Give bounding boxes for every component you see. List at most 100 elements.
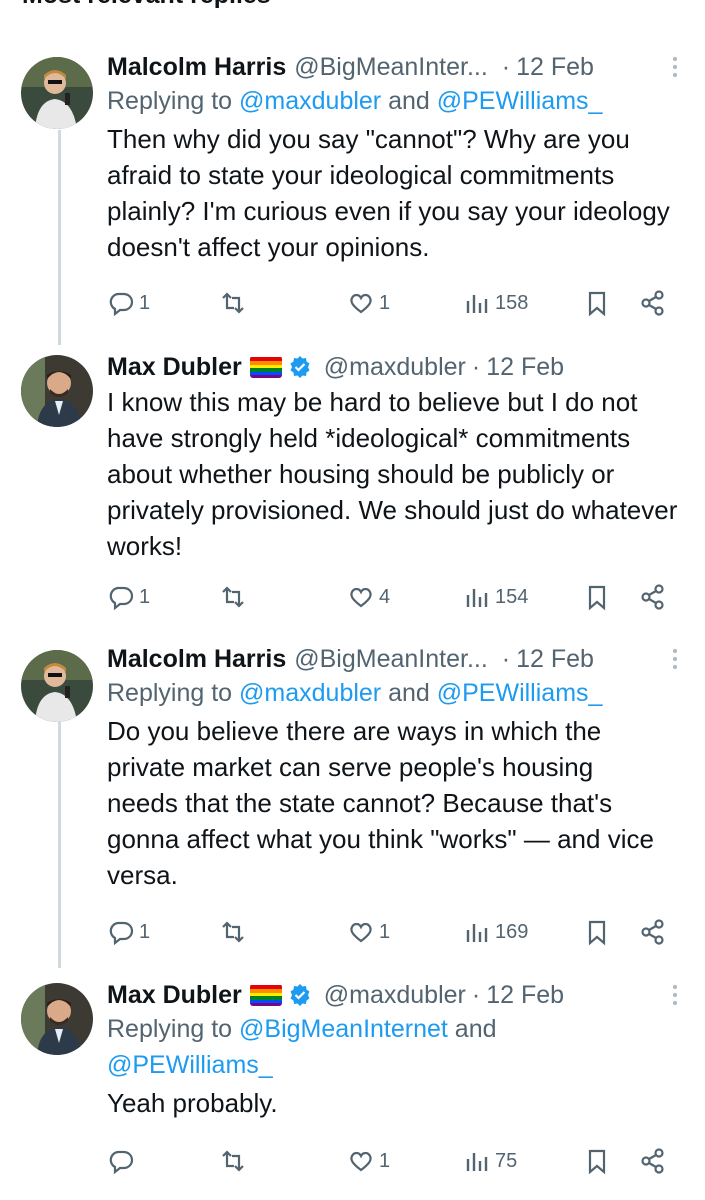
like-icon — [350, 1151, 372, 1172]
timestamp[interactable]: 12 Feb — [516, 52, 594, 82]
views-button[interactable]: 169 — [463, 918, 528, 946]
tweet-text: I know this may be hard to believe but I… — [107, 387, 678, 561]
like-count: 1 — [379, 920, 391, 943]
repost-icon — [222, 1150, 244, 1172]
separator-dot: · — [471, 981, 481, 1009]
tweet-text: Yeah probably. — [107, 1088, 278, 1118]
replying-to: Replying to @maxdubler and @PEWilliams_ — [107, 675, 685, 711]
more-icon[interactable] — [665, 980, 685, 1010]
mention-link[interactable]: @maxdubler — [239, 679, 381, 707]
chevron-down-icon — [281, 0, 295, 2]
bookmark-button[interactable] — [583, 918, 611, 946]
like-count: 1 — [379, 1149, 391, 1172]
more-icon[interactable] — [665, 52, 685, 82]
share-icon — [641, 1148, 664, 1174]
reply-icon — [109, 921, 134, 946]
views-button[interactable]: 158 — [463, 289, 528, 317]
mention-link[interactable]: @maxdubler — [239, 87, 381, 115]
tweet[interactable]: Max Dubler @maxdubler · 12 Feb I know th… — [0, 352, 705, 632]
repost-button[interactable] — [219, 289, 251, 317]
views-count: 158 — [495, 291, 529, 314]
author-name[interactable]: Malcolm Harris — [107, 52, 286, 82]
author-handle[interactable]: @maxdubler — [324, 352, 466, 382]
separator-dot: · — [501, 645, 511, 673]
replying-to-label: Replying to — [107, 679, 240, 707]
replying-to: Replying to @BigMeanInternet and @PEWill… — [107, 1011, 567, 1083]
mention-link[interactable]: @PEWilliams_ — [437, 679, 603, 707]
replying-to-label: Replying to — [107, 1015, 240, 1043]
author-handle[interactable]: @BigMeanInter... — [294, 52, 488, 82]
author-name[interactable]: Malcolm Harris — [107, 644, 286, 674]
views-button[interactable]: 75 — [463, 1147, 517, 1175]
views-button[interactable]: 154 — [463, 583, 528, 611]
like-button[interactable]: 1 — [347, 918, 390, 946]
views-icon — [466, 589, 488, 607]
more-icon[interactable] — [665, 644, 685, 674]
bookmark-icon — [588, 585, 606, 611]
share-button[interactable] — [639, 918, 667, 946]
views-icon — [466, 295, 488, 313]
mention-link[interactable]: @BigMeanInternet — [239, 1015, 448, 1043]
bookmark-button[interactable] — [583, 1147, 611, 1175]
rainbow-flag-icon — [249, 984, 282, 1006]
share-button[interactable] — [639, 289, 667, 317]
replying-to-and: and — [381, 87, 437, 115]
like-button[interactable]: 1 — [347, 1147, 390, 1175]
author-name[interactable]: Max Dubler — [107, 352, 242, 382]
replying-to: Replying to @maxdubler and @PEWilliams_ — [107, 83, 685, 119]
share-icon — [641, 290, 664, 316]
bookmark-icon — [588, 920, 606, 946]
verified-badge-icon — [290, 984, 310, 1006]
mention-link[interactable]: @PEWilliams_ — [107, 1051, 273, 1079]
repost-icon — [222, 921, 244, 943]
bookmark-button[interactable] — [583, 583, 611, 611]
author-handle[interactable]: @BigMeanInter... — [294, 644, 488, 674]
reply-count: 1 — [139, 920, 151, 943]
share-icon — [641, 584, 664, 610]
tweet-text: Do you believe there are ways in which t… — [107, 716, 654, 890]
like-count: 1 — [379, 291, 391, 314]
views-count: 154 — [495, 585, 529, 608]
reply-icon — [109, 586, 134, 611]
reply-icon — [109, 292, 134, 317]
repost-button[interactable] — [219, 918, 251, 946]
like-icon — [350, 587, 372, 608]
repost-button[interactable] — [219, 1147, 251, 1175]
author-name[interactable]: Max Dubler — [107, 980, 242, 1010]
avatar[interactable] — [21, 57, 93, 129]
reply-button[interactable]: 1 — [107, 583, 150, 611]
verified-badge-icon — [290, 356, 310, 378]
timestamp[interactable]: 12 Feb — [486, 980, 564, 1010]
mention-link[interactable]: @PEWilliams_ — [437, 87, 603, 115]
repost-button[interactable] — [219, 583, 251, 611]
avatar[interactable] — [21, 983, 93, 1055]
author-handle[interactable]: @maxdubler — [324, 980, 466, 1010]
views-icon — [466, 924, 488, 942]
share-button[interactable] — [639, 1147, 667, 1175]
reply-button[interactable] — [107, 1147, 139, 1175]
like-button[interactable]: 4 — [347, 583, 390, 611]
reply-button[interactable]: 1 — [107, 918, 150, 946]
bookmark-button[interactable] — [583, 289, 611, 317]
separator-dot: · — [501, 53, 511, 81]
tweet-text: Then why did you say "cannot"? Why are y… — [107, 124, 670, 262]
timestamp[interactable]: 12 Feb — [486, 352, 564, 382]
share-button[interactable] — [639, 583, 667, 611]
replies-sort-header[interactable]: Most relevant replies — [22, 0, 295, 10]
like-button[interactable]: 1 — [347, 289, 390, 317]
tweet[interactable]: Malcolm Harris @BigMeanInter... · 12 Feb… — [0, 52, 705, 342]
replying-to-and: and — [447, 1015, 497, 1043]
timestamp[interactable]: 12 Feb — [516, 644, 594, 674]
avatar[interactable] — [21, 355, 93, 427]
replying-to-label: Replying to — [107, 87, 240, 115]
repost-icon — [222, 586, 244, 608]
tweet[interactable]: Max Dubler @maxdubler · 12 Feb Replying … — [0, 980, 705, 1190]
bookmark-icon — [588, 291, 606, 317]
reply-button[interactable]: 1 — [107, 289, 150, 317]
tweet[interactable]: Malcolm Harris @BigMeanInter... · 12 Feb… — [0, 644, 705, 954]
avatar[interactable] — [21, 650, 93, 722]
share-icon — [641, 919, 664, 945]
repost-icon — [222, 292, 244, 314]
reply-icon — [109, 1150, 134, 1175]
views-count: 169 — [495, 920, 529, 943]
